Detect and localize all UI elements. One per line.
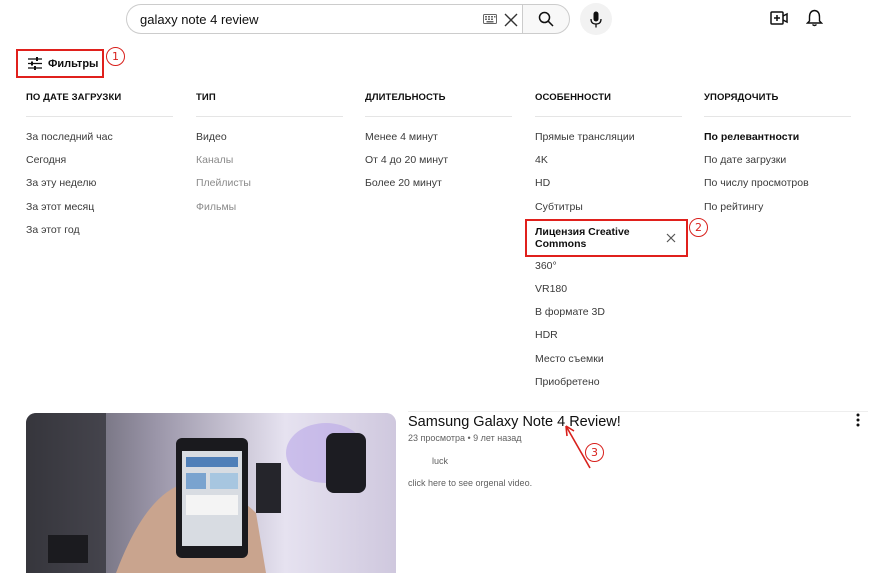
filter-option[interactable]: Более 20 минут xyxy=(365,176,512,199)
filter-option[interactable]: 360° xyxy=(535,259,682,282)
filter-option[interactable]: Фильмы xyxy=(196,200,343,223)
filter-option[interactable]: За последний час xyxy=(26,130,173,153)
filter-option[interactable]: Место съемки xyxy=(535,352,682,375)
filter-option[interactable]: По дате загрузки xyxy=(704,153,851,176)
filter-options: Видео Каналы Плейлисты Фильмы xyxy=(196,130,343,223)
filter-column-heading: ДЛИТЕЛЬНОСТЬ xyxy=(365,92,512,117)
filter-column: УПОРЯДОЧИТЬ По релевантности По дате загру… xyxy=(704,92,851,223)
filter-option[interactable]: Каналы xyxy=(196,153,343,176)
more-vert-icon[interactable] xyxy=(854,413,862,427)
filter-option[interactable]: HDR xyxy=(535,328,682,351)
filter-option[interactable]: От 4 до 20 минут xyxy=(365,153,512,176)
filters-label: Фильтры xyxy=(48,57,99,70)
create-icon[interactable] xyxy=(770,10,788,26)
filter-option[interactable]: Сегодня xyxy=(26,153,173,176)
filters-icon xyxy=(28,57,42,70)
filter-options: За последний час Сегодня За эту неделю За э… xyxy=(26,130,173,246)
video-meta: 23 просмотра • 9 лет назад xyxy=(408,433,522,443)
divider xyxy=(408,411,868,412)
keyboard-icon[interactable] xyxy=(483,14,497,24)
search-icon xyxy=(538,11,554,27)
filter-option[interactable]: VR180 xyxy=(535,282,682,305)
filter-column-heading: ПО ДАТЕ ЗАГРУЗКИ xyxy=(26,92,173,117)
creative-commons-filter-selected[interactable]: Лицензия Creative Commons xyxy=(525,219,688,257)
filters-button[interactable]: Фильтры xyxy=(16,49,104,78)
filter-option[interactable]: 4K xyxy=(535,153,682,176)
filter-column-heading: ТИП xyxy=(196,92,343,117)
filter-option[interactable]: HD xyxy=(535,176,682,199)
video-description-line: luck xyxy=(432,456,449,466)
voice-search-button[interactable] xyxy=(580,3,612,35)
callout-2: 2 xyxy=(689,218,708,237)
close-icon[interactable] xyxy=(666,233,676,243)
search-button[interactable] xyxy=(522,4,570,34)
filter-column: ПО ДАТЕ ЗАГРУЗКИ За последний час Сегодня З… xyxy=(26,92,173,246)
callout-3: 3 xyxy=(585,443,604,462)
filter-option[interactable]: В формате 3D xyxy=(535,305,682,328)
filter-option[interactable]: За этот год xyxy=(26,223,173,246)
filter-options: Прямые трансляции 4K HD Субтитры 360° VR180 В … xyxy=(535,130,682,398)
filter-options: Менее 4 минут От 4 до 20 минут Более 20 ми… xyxy=(365,130,512,200)
callout-1: 1 xyxy=(106,47,125,66)
mic-icon xyxy=(590,11,602,27)
video-description: click here to see orgenal video. xyxy=(408,478,533,488)
filter-option[interactable]: По числу просмотров xyxy=(704,176,851,199)
search-input[interactable]: galaxy note 4 review xyxy=(126,4,528,34)
video-thumbnail[interactable] xyxy=(26,413,396,573)
creative-commons-label: Лицензия Creative Commons xyxy=(535,226,630,250)
filter-option[interactable]: Видео xyxy=(196,130,343,153)
filter-option[interactable]: За эту неделю xyxy=(26,176,173,199)
bell-icon[interactable] xyxy=(806,9,823,27)
search-query[interactable]: galaxy note 4 review xyxy=(140,12,528,27)
filter-option[interactable]: По рейтингу xyxy=(704,200,851,223)
thumbnail-image xyxy=(26,413,396,573)
filter-option[interactable]: Менее 4 минут xyxy=(365,130,512,153)
clear-icon[interactable] xyxy=(504,13,518,27)
filter-option[interactable]: Прямые трансляции xyxy=(535,130,682,153)
filter-options: По релевантности По дате загрузки По числу… xyxy=(704,130,851,223)
filter-option[interactable]: Плейлисты xyxy=(196,176,343,199)
filter-column-heading: ОСОБЕННОСТИ xyxy=(535,92,682,117)
filter-column: ТИП Видео Каналы Плейлисты Фильмы xyxy=(196,92,343,223)
filter-option[interactable]: Приобретено xyxy=(535,375,682,398)
filter-option[interactable]: По релевантности xyxy=(704,130,851,153)
filter-option[interactable]: За этот месяц xyxy=(26,200,173,223)
filter-column-heading: УПОРЯДОЧИТЬ xyxy=(704,92,851,117)
filter-column: ДЛИТЕЛЬНОСТЬ Менее 4 минут От 4 до 20 мину… xyxy=(365,92,512,200)
